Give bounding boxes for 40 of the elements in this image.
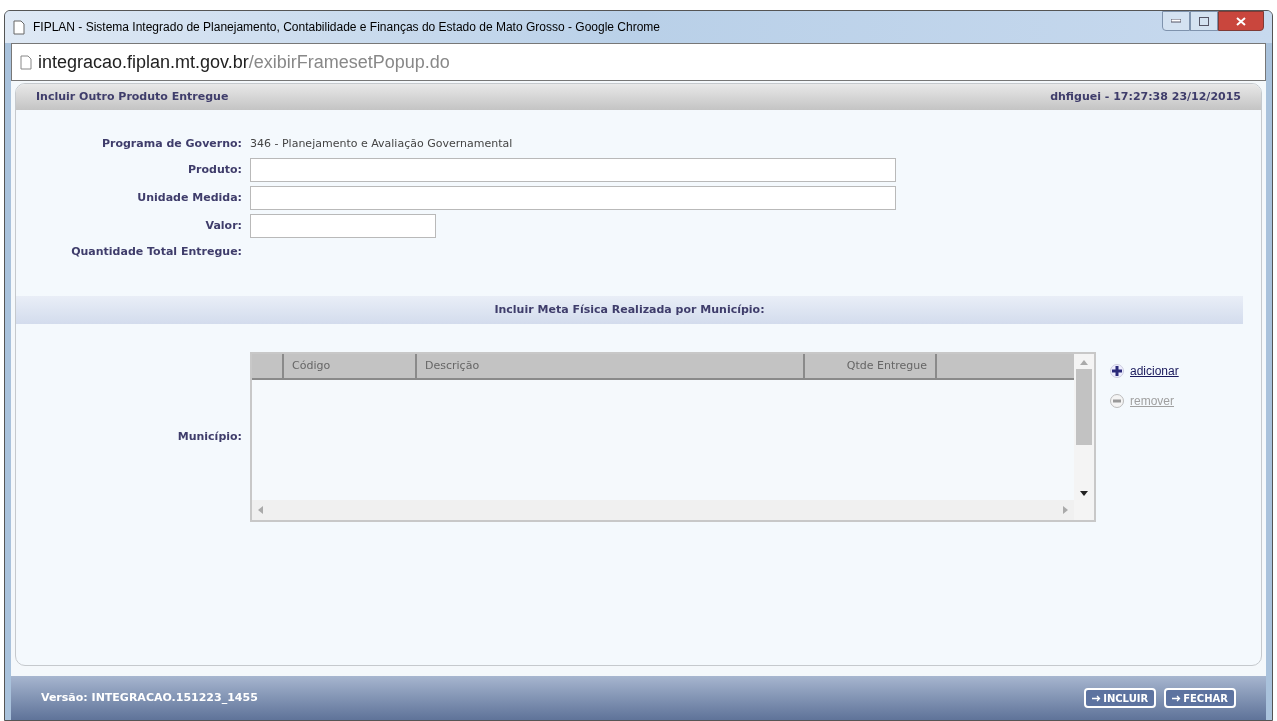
field-label: Município: xyxy=(176,428,243,445)
vertical-scrollbar[interactable] xyxy=(1074,354,1094,520)
arrow-icon xyxy=(1092,694,1102,702)
arrow-icon xyxy=(1172,694,1182,702)
text-field[interactable] xyxy=(250,186,896,210)
text-field[interactable] xyxy=(250,158,896,182)
field-label: Produto: xyxy=(187,161,243,178)
field-label: Valor: xyxy=(204,217,243,234)
column-header[interactable]: Código xyxy=(284,354,417,378)
minimize-icon xyxy=(1171,19,1181,23)
down-arrow-icon xyxy=(1080,491,1088,496)
footer-button[interactable]: INCLUIR xyxy=(1084,688,1157,708)
section-header: Incluir Meta Física Realizada por Município: xyxy=(16,296,1243,324)
scrollbar-thumb[interactable] xyxy=(1076,369,1092,445)
footer-button[interactable]: FECHAR xyxy=(1164,688,1236,708)
maximize-button[interactable] xyxy=(1190,11,1218,31)
column-header[interactable]: Descrição xyxy=(417,354,805,378)
field-label: Unidade Medida: xyxy=(136,189,243,206)
minus-icon xyxy=(1110,394,1124,408)
horizontal-scrollbar[interactable] xyxy=(252,500,1074,520)
field-value: 346 - Planejamento e Avaliação Governamental xyxy=(250,135,513,152)
close-button[interactable] xyxy=(1218,11,1264,31)
add-link[interactable]: adicionar xyxy=(1110,362,1179,380)
left-arrow-icon xyxy=(258,506,263,514)
field-label: Quantidade Total Entregue: xyxy=(70,243,243,260)
plus-icon xyxy=(1110,364,1124,378)
page-icon xyxy=(20,54,32,70)
maximize-icon xyxy=(1199,16,1209,26)
version-label: Versão: INTEGRACAO.151223_1455 xyxy=(41,689,258,706)
field-label: Programa de Governo: xyxy=(100,135,243,152)
text-field[interactable] xyxy=(250,214,436,238)
column-header[interactable]: Qtde Entregue xyxy=(805,354,937,378)
window-title: FIPLAN - Sistema Integrado de Planejamento, Contabilidade e Finanças do Estado de Mato Grosso - Google Chrome xyxy=(33,19,660,36)
panel-title: Incluir Outro Produto Entregue xyxy=(36,88,229,105)
page-icon xyxy=(13,19,25,35)
right-arrow-icon xyxy=(1063,506,1068,514)
minimize-button[interactable] xyxy=(1162,11,1190,31)
up-arrow-icon xyxy=(1080,360,1088,365)
close-icon xyxy=(1236,16,1246,26)
user-info: dhfiguei - 17:27:38 23/12/2015 xyxy=(1050,88,1241,105)
